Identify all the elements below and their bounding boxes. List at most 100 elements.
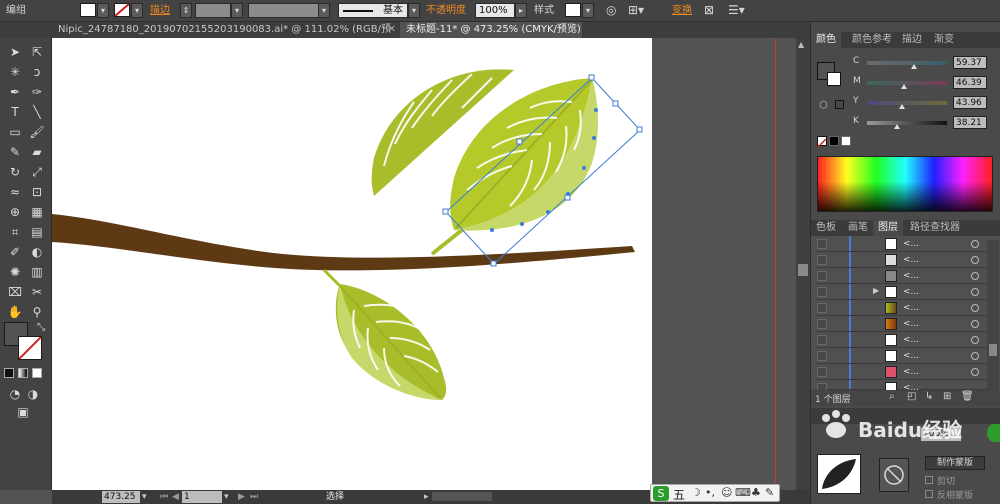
tab-document-2[interactable]: 未标题-11* @ 473.25% (CMYK/预览) ✕ xyxy=(400,22,582,38)
visibility-toggle[interactable] xyxy=(817,367,827,377)
scroll-up-icon[interactable]: ▲ xyxy=(798,40,808,50)
zoom-dropdown-icon[interactable]: ▾ xyxy=(142,490,147,504)
tab-pathfinder[interactable]: 路径查找器 xyxy=(905,220,965,236)
moon-icon[interactable]: ☽ xyxy=(691,486,701,499)
layer-row[interactable]: <... xyxy=(815,380,995,394)
opacity-field[interactable]: 100% xyxy=(475,3,515,18)
tab-document-1[interactable]: Nipic_24787180_20190702155203190083.ai* … xyxy=(52,22,400,51)
opacity-dropdown[interactable]: ▸ xyxy=(515,3,527,18)
layer-row[interactable]: <... xyxy=(815,316,995,332)
slider-knob[interactable] xyxy=(894,124,901,129)
white-color-swatch[interactable] xyxy=(841,136,851,146)
eyedropper-tool-icon[interactable]: ✐ xyxy=(6,244,24,260)
selection-tool-icon[interactable]: ➤ xyxy=(6,44,24,60)
target-circle[interactable] xyxy=(971,320,979,328)
layer-row[interactable]: <... xyxy=(815,332,995,348)
draw-normal-icon[interactable]: ◔ xyxy=(6,386,24,402)
magenta-slider[interactable]: M 46.39 xyxy=(851,76,1000,90)
sogou-logo-icon[interactable]: S xyxy=(653,486,669,501)
layer-row[interactable]: <... xyxy=(815,268,995,284)
perspective-grid-tool-icon[interactable]: ▦ xyxy=(28,204,46,220)
scroll-thumb[interactable] xyxy=(798,264,808,276)
gradient-tool-icon[interactable]: ▤ xyxy=(28,224,46,240)
artboard[interactable] xyxy=(52,38,652,490)
pen-tool-icon[interactable]: ✒ xyxy=(6,84,24,100)
tab-color[interactable]: 颜色 xyxy=(811,32,841,48)
tab-stroke[interactable]: 描边 xyxy=(897,32,927,48)
stroke-color-box[interactable] xyxy=(18,336,42,360)
pencil-tool-icon[interactable]: ✎ xyxy=(6,144,24,160)
slider-knob[interactable] xyxy=(899,104,906,109)
stroke-swatch[interactable] xyxy=(114,3,130,17)
stroke-link[interactable]: 描边 xyxy=(150,3,170,18)
eraser-tool-icon[interactable]: ▰ xyxy=(28,144,46,160)
blend-tool-icon[interactable]: ◐ xyxy=(28,244,46,260)
stroke-weight-field[interactable] xyxy=(195,3,231,18)
screen-mode-icon[interactable]: ▣ xyxy=(14,404,32,420)
emoji-icon[interactable]: ☺ xyxy=(721,486,732,499)
visibility-toggle[interactable] xyxy=(817,255,827,265)
free-transform-tool-icon[interactable]: ⊡ xyxy=(28,184,46,200)
draw-behind-icon[interactable]: ◑ xyxy=(24,386,42,402)
style-dropdown[interactable]: ▾ xyxy=(582,3,594,18)
color-mode-icon[interactable] xyxy=(4,368,14,378)
visibility-toggle[interactable] xyxy=(817,303,827,313)
visibility-toggle[interactable] xyxy=(817,319,827,329)
punctuation-icon[interactable]: •, xyxy=(705,486,715,499)
cyan-value-field[interactable]: 59.37 xyxy=(953,56,987,69)
direct-selection-tool-icon[interactable]: ⇱ xyxy=(28,44,46,60)
mask-thumbnail[interactable] xyxy=(879,458,909,492)
target-circle[interactable] xyxy=(971,256,979,264)
keyboard-icon[interactable]: ⌨ xyxy=(735,486,751,499)
target-circle[interactable] xyxy=(971,368,979,376)
zoom-tool-icon[interactable]: ⚲ xyxy=(28,304,46,320)
first-page-icon[interactable]: ⏮ xyxy=(160,490,168,504)
layer-row[interactable]: <... xyxy=(815,252,995,268)
out-of-gamut-icon[interactable]: ⬡ xyxy=(819,100,828,111)
ime-mode-label[interactable]: 五 xyxy=(673,486,685,503)
paintbrush-tool-icon[interactable]: 🖌 xyxy=(28,124,46,140)
stroke-dropdown[interactable]: ▾ xyxy=(131,3,143,18)
stroke-weight-dropdown[interactable]: ▾ xyxy=(231,3,243,18)
target-circle[interactable] xyxy=(971,336,979,344)
fill-dropdown[interactable]: ▾ xyxy=(97,3,109,18)
tab-color-guide[interactable]: 颜色参考 xyxy=(847,32,897,48)
recolor-icon[interactable]: ◎ xyxy=(606,3,616,18)
layer-row[interactable]: ▶ <... xyxy=(815,284,995,300)
rectangle-tool-icon[interactable]: ▭ xyxy=(6,124,24,140)
ime-toolbar[interactable]: S 五 ☽ •, ☺ ⌨ ♣ ✎ xyxy=(650,484,780,502)
canvas-area[interactable] xyxy=(52,38,796,490)
symbol-sprayer-tool-icon[interactable]: ✺ xyxy=(6,264,24,280)
visibility-toggle[interactable] xyxy=(817,351,827,361)
yellow-track[interactable] xyxy=(867,101,947,105)
line-tool-icon[interactable]: ╲ xyxy=(28,104,46,120)
vertical-scrollbar[interactable]: ▲ xyxy=(796,38,810,490)
close-icon[interactable]: ✕ xyxy=(388,22,396,38)
fill-swatch[interactable] xyxy=(80,3,96,17)
none-mode-icon[interactable] xyxy=(32,368,42,378)
layer-row[interactable]: <... xyxy=(815,348,995,364)
layer-row[interactable]: <... xyxy=(815,236,995,252)
column-graph-tool-icon[interactable]: ▥ xyxy=(28,264,46,280)
visibility-toggle[interactable] xyxy=(817,239,827,249)
rotate-tool-icon[interactable]: ↻ xyxy=(6,164,24,180)
magenta-track[interactable] xyxy=(867,81,947,85)
magic-wand-tool-icon[interactable]: ✳ xyxy=(6,64,24,80)
shape-builder-tool-icon[interactable]: ⊕ xyxy=(6,204,24,220)
visibility-toggle[interactable] xyxy=(817,335,827,345)
black-track[interactable] xyxy=(867,121,947,125)
cyan-slider[interactable]: C 59.37 xyxy=(851,56,1000,70)
prev-page-icon[interactable]: ◀ xyxy=(172,490,179,504)
cyan-track[interactable] xyxy=(867,61,947,65)
next-page-icon[interactable]: ▶ xyxy=(238,490,245,504)
target-circle[interactable] xyxy=(971,352,979,360)
tab-brushes[interactable]: 画笔 xyxy=(843,220,873,236)
gamut-swatch[interactable] xyxy=(835,100,844,109)
layers-scrollbar[interactable] xyxy=(987,240,999,390)
black-color-swatch[interactable] xyxy=(829,136,839,146)
layer-row[interactable]: <... xyxy=(815,300,995,316)
opacity-link[interactable]: 不透明度 xyxy=(426,3,466,18)
variable-width-dropdown[interactable]: ▾ xyxy=(318,3,330,18)
gradient-mode-icon[interactable] xyxy=(18,368,28,378)
invert-mask-checkbox[interactable] xyxy=(925,490,933,498)
